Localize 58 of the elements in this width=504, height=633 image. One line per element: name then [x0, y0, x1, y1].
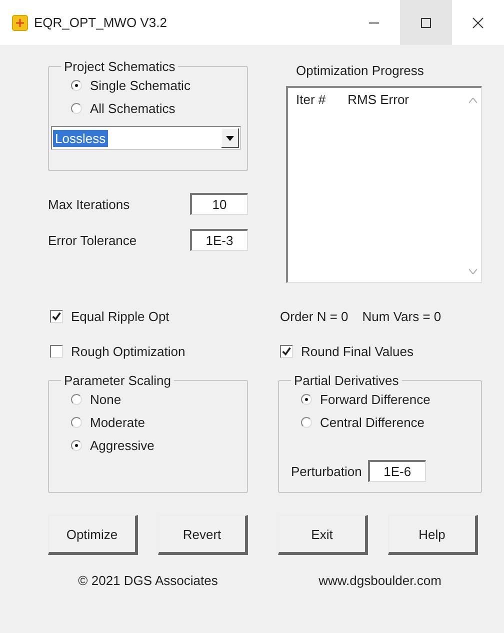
radio-option[interactable]: Moderate — [59, 415, 241, 430]
status-text: Num Vars = 0 — [362, 309, 442, 324]
push-button[interactable]: Optimize — [48, 515, 138, 555]
radio-option[interactable]: All Schematics — [59, 101, 241, 116]
push-button[interactable]: Exit — [278, 515, 368, 555]
dropdown-value: Lossless — [53, 130, 108, 146]
radio-button[interactable] — [301, 394, 312, 405]
checkbox-label: Round Final Values — [301, 344, 414, 359]
radio-button[interactable] — [71, 440, 82, 451]
group-label: Project Schematics — [63, 59, 176, 74]
input-field[interactable]: 1E-6 — [368, 460, 426, 482]
field-label: Error Tolerance — [48, 232, 137, 248]
input-field[interactable]: 1E-3 — [190, 229, 248, 251]
radio-label: Forward Difference — [320, 392, 430, 407]
radio-option[interactable]: Aggressive — [59, 438, 241, 453]
radio-button[interactable] — [71, 80, 82, 91]
checkbox[interactable] — [280, 345, 293, 358]
radio-label: Aggressive — [90, 438, 154, 453]
checkbox-label: Rough Optimization — [71, 344, 186, 359]
group-label: Parameter Scaling — [63, 373, 172, 388]
radio-button[interactable] — [71, 103, 82, 114]
radio-button[interactable] — [301, 417, 312, 428]
radio-label: Central Difference — [320, 415, 425, 430]
checkbox[interactable] — [50, 310, 63, 323]
radio-option[interactable]: Central Difference — [289, 415, 475, 430]
radio-label: None — [90, 392, 122, 407]
status-text: Order N = 0 — [280, 309, 348, 324]
field-label: Max Iterations — [48, 196, 130, 212]
group-label: Partial Derivatives — [293, 373, 400, 388]
radio-option[interactable]: Single Schematic — [59, 78, 241, 93]
radio-label: Single Schematic — [90, 78, 190, 93]
radio-option[interactable]: None — [59, 392, 241, 407]
push-button[interactable]: Help — [388, 515, 478, 555]
app-icon — [12, 14, 28, 30]
maximize-icon — [420, 16, 432, 28]
input-field[interactable]: 10 — [190, 193, 248, 215]
window-title: EQR_OPT_MWO V3.2 — [34, 15, 168, 30]
close-icon — [472, 16, 484, 28]
radio-button[interactable] — [71, 394, 82, 405]
check-icon — [51, 311, 62, 322]
radio-option[interactable]: Forward Difference — [289, 392, 475, 407]
dropdown[interactable]: Lossless — [51, 126, 241, 150]
radio-label: Moderate — [90, 415, 145, 430]
radio-label: All Schematics — [90, 101, 176, 116]
check-icon — [281, 346, 292, 357]
copyright-text: © 2021 DGS Associates — [77, 573, 219, 588]
column-header: Iter # — [296, 92, 326, 108]
progress-list[interactable]: Iter # RMS Error — [286, 86, 482, 283]
caret-icon — [226, 136, 234, 140]
push-button[interactable]: Revert — [158, 515, 248, 555]
website-text: www.dgsboulder.com — [318, 573, 442, 588]
radio-button[interactable] — [71, 417, 82, 428]
checkbox-label: Equal Ripple Opt — [71, 309, 170, 324]
dropdown-button[interactable] — [221, 128, 239, 148]
column-header: RMS Error — [348, 92, 410, 108]
field-label: Perturbation — [291, 464, 362, 478]
section-label: Optimization Progress — [296, 63, 425, 78]
checkbox[interactable] — [50, 345, 63, 358]
